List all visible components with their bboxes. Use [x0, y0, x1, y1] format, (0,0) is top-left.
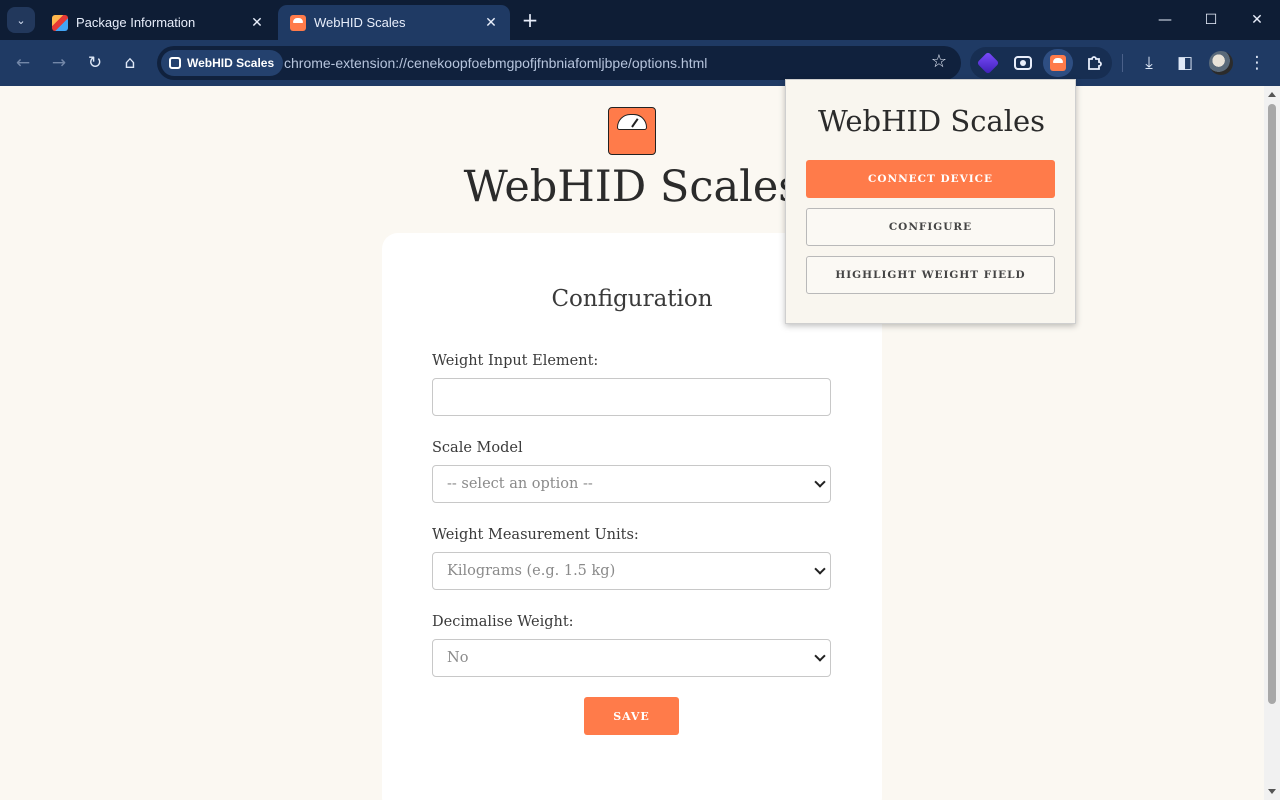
close-icon[interactable]: ✕: [482, 15, 500, 31]
back-icon[interactable]: ←: [11, 51, 35, 75]
scroll-up-icon[interactable]: [1268, 92, 1276, 97]
package-favicon-icon: [52, 14, 68, 31]
forward-icon[interactable]: →: [47, 51, 71, 75]
scroll-thumb[interactable]: [1268, 104, 1276, 704]
scale-logo-icon: [608, 107, 656, 155]
page-viewport: WebHID Scales Configuration Weight Input…: [0, 86, 1280, 800]
chevron-down-icon: [814, 476, 826, 488]
units-value: Kilograms (e.g. 1.5 kg): [447, 563, 616, 579]
extension-icon: [169, 57, 181, 69]
weight-input-label: Weight Input Element:: [432, 353, 599, 369]
reload-icon[interactable]: ↻: [83, 51, 107, 75]
side-panel-icon[interactable]: ◧: [1173, 51, 1197, 75]
toolbar-divider: [1122, 54, 1123, 72]
connect-device-button[interactable]: CONNECT DEVICE: [806, 160, 1055, 198]
profile-avatar[interactable]: [1209, 51, 1233, 75]
screen-capture-extension-icon[interactable]: [1011, 51, 1035, 75]
bookmark-star-icon[interactable]: ☆: [931, 51, 947, 72]
decimalise-value: No: [447, 650, 469, 666]
units-label: Weight Measurement Units:: [432, 527, 639, 543]
tab-search-button[interactable]: ⌄: [7, 7, 35, 33]
tab-package-information[interactable]: Package Information ✕: [40, 5, 276, 40]
highlight-weight-field-button[interactable]: HIGHLIGHT WEIGHT FIELD: [806, 256, 1055, 294]
tab-strip: ⌄ Package Information ✕ WebHID Scales ✕ …: [0, 0, 1280, 40]
units-select[interactable]: Kilograms (e.g. 1.5 kg): [432, 552, 831, 590]
site-chip-label: WebHID Scales: [187, 56, 275, 70]
extensions-group: [970, 47, 1112, 79]
scale-model-value: -- select an option --: [447, 476, 593, 492]
chevron-down-icon: [814, 650, 826, 662]
url-text[interactable]: chrome-extension://cenekoopfoebmgpofjfnb…: [284, 55, 707, 71]
webhid-scales-extension-icon[interactable]: [1043, 49, 1073, 77]
tab-title: Package Information: [76, 15, 196, 30]
scale-favicon-icon: [290, 14, 306, 31]
minimize-button[interactable]: —: [1142, 0, 1188, 40]
purple-extension-icon[interactable]: [976, 51, 1000, 75]
new-tab-button[interactable]: +: [518, 9, 542, 33]
scroll-down-icon[interactable]: [1268, 789, 1276, 794]
chevron-down-icon: ⌄: [16, 13, 26, 27]
maximize-button[interactable]: ☐: [1188, 0, 1234, 40]
decimalise-select[interactable]: No: [432, 639, 831, 677]
browser-toolbar: ← → ↻ ⌂ WebHID Scales chrome-extension:/…: [0, 40, 1280, 86]
download-icon[interactable]: ⤓: [1137, 51, 1161, 75]
site-chip[interactable]: WebHID Scales: [161, 50, 284, 76]
menu-kebab-icon[interactable]: ⋮: [1245, 51, 1269, 75]
tab-title: WebHID Scales: [314, 15, 406, 30]
chevron-down-icon: [814, 563, 826, 575]
scale-model-select[interactable]: -- select an option --: [432, 465, 831, 503]
puzzle-extensions-icon[interactable]: [1083, 51, 1107, 75]
extension-popup: WebHID Scales CONNECT DEVICE CONFIGURE H…: [785, 79, 1076, 324]
page-scrollbar[interactable]: [1264, 86, 1280, 800]
popup-title: WebHID Scales: [817, 104, 1046, 138]
scale-model-label: Scale Model: [432, 440, 523, 456]
save-button[interactable]: SAVE: [584, 697, 679, 735]
close-icon[interactable]: ✕: [248, 15, 266, 31]
address-bar[interactable]: WebHID Scales chrome-extension://cenekoo…: [157, 46, 961, 80]
weight-input-field[interactable]: [432, 378, 831, 416]
tab-webhid-scales[interactable]: WebHID Scales ✕: [278, 5, 510, 40]
window-close-button[interactable]: ✕: [1234, 0, 1280, 40]
decimalise-label: Decimalise Weight:: [432, 614, 574, 630]
configure-button[interactable]: CONFIGURE: [806, 208, 1055, 246]
home-icon[interactable]: ⌂: [118, 51, 142, 75]
